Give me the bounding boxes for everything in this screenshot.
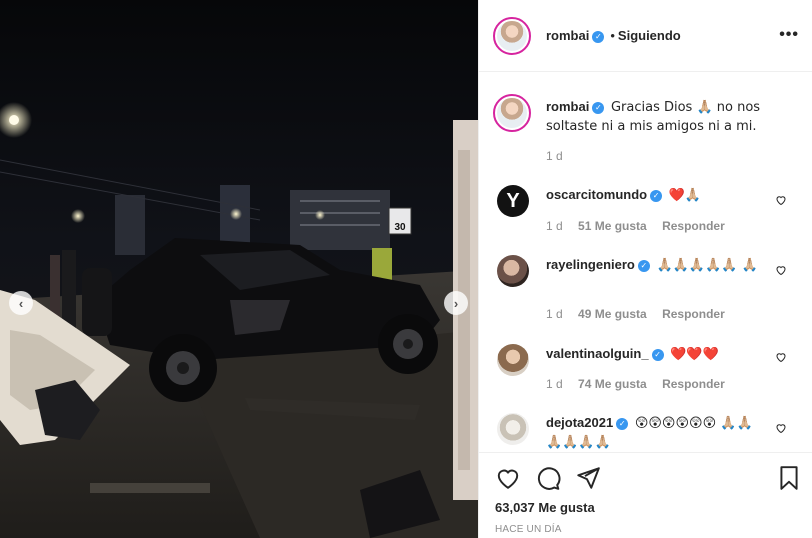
verified-badge-icon: ✓ (616, 417, 629, 430)
comment-meta: 1 d 51 Me gusta Responder (546, 219, 737, 233)
comment-avatar[interactable]: Y (497, 185, 529, 217)
next-photo-button[interactable]: › (444, 291, 468, 315)
following-button[interactable]: Siguiendo (618, 28, 681, 43)
comment-likes[interactable]: 74 Me gusta (578, 377, 647, 391)
heart-icon[interactable] (775, 422, 787, 434)
more-options-icon[interactable]: ••• (779, 26, 799, 44)
previous-photo-button[interactable]: ‹ (9, 291, 33, 315)
comment-text-row: rayelingeniero ✓ 🙏🏼🙏🏼🙏🏼🙏🏼🙏🏼 🙏🏼 (546, 256, 766, 275)
comment-likes[interactable]: 49 Me gusta (578, 307, 647, 321)
post-sidebar: rombai ✓ • Siguiendo ••• rombai ✓ Gracias Di… (478, 0, 812, 538)
comment-text: ❤️🙏🏼 (668, 188, 702, 203)
comment-avatar[interactable] (497, 413, 529, 445)
post-actions-bar: 63,037 Me gusta HACE UN DÍA (479, 452, 812, 538)
heart-icon[interactable] (775, 351, 787, 363)
caption-text-row: rombai ✓ Gracias Dios 🙏🏼 no nos soltaste … (546, 98, 776, 136)
verified-badge-icon: ✓ (592, 30, 605, 43)
dot-separator: • (610, 28, 615, 43)
reply-button[interactable]: Responder (662, 219, 725, 233)
post-timestamp[interactable]: HACE UN DÍA (495, 524, 562, 535)
author-avatar[interactable] (493, 17, 531, 55)
verified-badge-icon: ✓ (637, 259, 650, 272)
post-header: rombai ✓ • Siguiendo ••• (479, 0, 812, 72)
comment-text: 🙏🏼🙏🏼🙏🏼🙏🏼🙏🏼 🙏🏼 (656, 258, 758, 273)
caption-username[interactable]: rombai (546, 99, 589, 114)
caption-time[interactable]: 1 d (546, 149, 563, 163)
bookmark-icon[interactable] (776, 465, 802, 491)
reply-button[interactable]: Responder (662, 307, 725, 321)
comment-time[interactable]: 1 d (546, 377, 563, 391)
comment-time[interactable]: 1 d (546, 307, 563, 321)
caption-meta: 1 d (546, 149, 575, 163)
comment-username[interactable]: rayelingeniero (546, 257, 635, 272)
comment-avatar[interactable] (497, 344, 529, 376)
heart-icon[interactable] (495, 465, 521, 491)
verified-badge-icon: ✓ (651, 348, 664, 361)
comment-username[interactable]: dejota2021 (546, 415, 613, 430)
comment-username[interactable]: oscarcitomundo (546, 187, 647, 202)
crash-scene-image: 30 (0, 0, 478, 538)
verified-badge-icon: ✓ (650, 189, 663, 202)
author-row: rombai ✓ • Siguiendo (546, 28, 681, 43)
verified-badge-icon: ✓ (592, 101, 605, 114)
comment-icon[interactable] (535, 465, 561, 491)
avatar-letter-y: Y (506, 190, 520, 212)
comment-meta: 1 d 74 Me gusta Responder (546, 377, 737, 391)
comment-text-row: oscarcitomundo ✓ ❤️🙏🏼 (546, 186, 766, 205)
comment-likes[interactable]: 51 Me gusta (578, 219, 647, 233)
chevron-right-icon: › (453, 295, 459, 311)
chevron-left-icon: ‹ (18, 295, 24, 311)
comment-text: ❤️❤️❤️ (670, 347, 719, 362)
comment-text-row: dejota2021 ✓ 😲😲😲😲😲😲 🙏🏼🙏🏼🙏🏼🙏🏼🙏🏼🙏🏼 (546, 414, 766, 452)
comment-username[interactable]: valentinaolguin_ (546, 346, 649, 361)
svg-text:30: 30 (394, 222, 406, 233)
comment-text-row: valentinaolguin_ ✓ ❤️❤️❤️ (546, 345, 766, 364)
author-username[interactable]: rombai (546, 28, 589, 43)
caption-avatar[interactable] (493, 94, 531, 132)
reply-button[interactable]: Responder (662, 377, 725, 391)
comments-list: rombai ✓ Gracias Dios 🙏🏼 no nos soltaste … (479, 72, 812, 452)
comment-avatar[interactable] (497, 255, 529, 287)
heart-icon[interactable] (775, 264, 787, 276)
comment-meta: 1 d 49 Me gusta Responder (546, 307, 737, 321)
post-photo: 30 ‹ › (0, 0, 478, 538)
like-count[interactable]: 63,037 Me gusta (495, 500, 595, 515)
comment-time[interactable]: 1 d (546, 219, 563, 233)
heart-icon[interactable] (775, 194, 787, 206)
share-icon[interactable] (575, 465, 601, 491)
